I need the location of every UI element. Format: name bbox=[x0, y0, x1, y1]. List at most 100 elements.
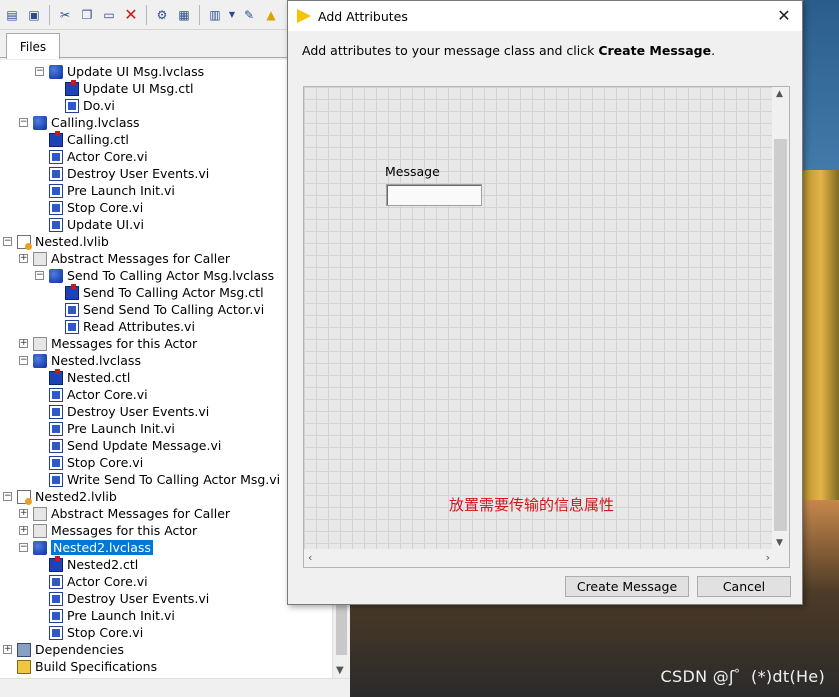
tree-item[interactable]: Calling.ctl bbox=[49, 130, 129, 148]
dropdown-icon[interactable]: ▼ bbox=[227, 5, 237, 25]
vi-icon bbox=[49, 387, 63, 402]
tree-item[interactable]: Update UI Msg.lvclass bbox=[49, 63, 204, 80]
tree-horizontal-scrollbar[interactable] bbox=[0, 678, 350, 697]
expand-collapse-icon[interactable]: − bbox=[35, 67, 44, 76]
tree-item-label: Stop Core.vi bbox=[67, 625, 144, 640]
tree-item[interactable]: Update UI Msg.ctl bbox=[65, 79, 194, 97]
tree-item[interactable]: Abstract Messages for Caller bbox=[33, 505, 230, 522]
tree-item[interactable]: Destroy User Events.vi bbox=[49, 165, 209, 182]
lvclass-icon bbox=[49, 268, 63, 283]
tree-item[interactable]: Actor Core.vi bbox=[49, 148, 148, 165]
tree-item[interactable]: Dependencies bbox=[17, 641, 124, 658]
message-string-control[interactable] bbox=[386, 184, 482, 206]
attributes-panel[interactable]: Message 放置需要传输的信息属性 ▲ ▼ ‹ › bbox=[303, 86, 790, 568]
tree-item-label: Destroy User Events.vi bbox=[67, 591, 210, 606]
vi-icon bbox=[49, 591, 63, 606]
scrollbar-thumb[interactable] bbox=[774, 139, 787, 531]
save-all-icon[interactable]: ▣ bbox=[24, 5, 44, 25]
scroll-right-icon[interactable]: › bbox=[766, 551, 770, 564]
lvlib-icon bbox=[17, 234, 32, 250]
expand-collapse-icon[interactable]: + bbox=[19, 509, 28, 518]
panel-horizontal-scrollbar[interactable]: ‹ › bbox=[304, 549, 774, 567]
view-icon[interactable]: ▥ bbox=[205, 5, 225, 25]
tree-item[interactable]: Pre Launch Init.vi bbox=[49, 182, 175, 199]
build-icon[interactable]: ⚙ bbox=[152, 5, 172, 25]
tree-item-label: Abstract Messages for Caller bbox=[51, 251, 231, 266]
project-tree: Update UI Msg.lvclass − Update UI Msg.ctl D… bbox=[0, 60, 332, 678]
copy-icon[interactable]: ❐ bbox=[77, 5, 97, 25]
expand-collapse-icon[interactable]: − bbox=[19, 118, 28, 127]
tree-item[interactable]: Pre Launch Init.vi bbox=[49, 607, 175, 624]
tree-item[interactable]: Send Update Message.vi bbox=[49, 437, 221, 454]
tree-item[interactable]: Read Attributes.vi bbox=[65, 318, 195, 335]
tree-item-label: Actor Core.vi bbox=[67, 149, 148, 164]
folder-icon bbox=[33, 251, 47, 266]
paste-icon[interactable]: ▭ bbox=[99, 5, 119, 25]
open-folder-icon[interactable]: ▤ bbox=[2, 5, 22, 25]
message-label: Message bbox=[385, 164, 440, 179]
tree-item[interactable]: Write Send To Calling Actor Msg.vi bbox=[49, 471, 280, 488]
tree-item[interactable]: Send To Calling Actor Msg.ctl bbox=[65, 283, 264, 301]
expand-collapse-icon[interactable]: + bbox=[3, 645, 12, 654]
expand-collapse-icon[interactable]: + bbox=[19, 339, 28, 348]
tree-item[interactable]: Messages for this Actor bbox=[33, 335, 197, 352]
vi-icon bbox=[49, 625, 63, 640]
tree-item-label: Pre Launch Init.vi bbox=[67, 421, 175, 436]
ctl-icon bbox=[65, 283, 79, 300]
scroll-left-icon[interactable]: ‹ bbox=[308, 551, 312, 564]
tree-item[interactable]: Send Send To Calling Actor.vi bbox=[65, 301, 264, 318]
vi-icon bbox=[49, 608, 63, 623]
tree-item[interactable]: Send To Calling Actor Msg.lvclass bbox=[49, 267, 274, 284]
scroll-down-icon[interactable]: ▼ bbox=[776, 538, 783, 548]
dialog-titlebar[interactable]: Add Attributes ✕ bbox=[288, 1, 802, 31]
expand-collapse-icon[interactable]: − bbox=[3, 237, 12, 246]
tree-item[interactable]: Stop Core.vi bbox=[49, 624, 143, 641]
scroll-down-icon[interactable]: ▼ bbox=[336, 665, 344, 676]
tree-item-label: Nested.lvclass bbox=[51, 353, 141, 368]
tree-item[interactable]: Nested2.lvlib bbox=[17, 488, 117, 505]
expand-collapse-icon[interactable]: − bbox=[19, 543, 28, 552]
tree-item[interactable]: Nested2.lvclass bbox=[33, 539, 154, 556]
tab-files[interactable]: Files bbox=[6, 33, 60, 59]
instruction-action: Create Message bbox=[598, 43, 712, 58]
panel-vertical-scrollbar[interactable]: ▲ ▼ bbox=[772, 87, 789, 550]
tree-item[interactable]: Calling.lvclass bbox=[33, 114, 140, 131]
tree-item[interactable]: Abstract Messages for Caller bbox=[33, 250, 230, 267]
expand-collapse-icon[interactable]: − bbox=[35, 271, 44, 280]
folder-icon bbox=[33, 336, 47, 351]
create-message-button[interactable]: Create Message bbox=[565, 576, 689, 597]
cancel-button[interactable]: Cancel bbox=[697, 576, 791, 597]
tree-item[interactable]: Actor Core.vi bbox=[49, 386, 148, 403]
tree-item[interactable]: Nested.lvlib bbox=[17, 233, 109, 250]
tree-item[interactable]: Build Specifications bbox=[17, 658, 157, 675]
scroll-up-icon[interactable]: ▲ bbox=[776, 89, 783, 99]
tree-item[interactable]: Messages for this Actor bbox=[33, 522, 197, 539]
properties-icon[interactable]: ✎ bbox=[239, 5, 259, 25]
expand-collapse-icon[interactable]: − bbox=[19, 356, 28, 365]
expand-collapse-icon[interactable]: + bbox=[19, 254, 28, 263]
vi-icon bbox=[49, 149, 63, 164]
tree-item[interactable]: Nested2.ctl bbox=[49, 555, 139, 573]
tree-item-label: Send To Calling Actor Msg.lvclass bbox=[67, 268, 275, 283]
close-icon[interactable]: ✕ bbox=[774, 5, 794, 25]
tree-item-label: Nested2.ctl bbox=[67, 557, 139, 572]
tree-item[interactable]: Actor Core.vi bbox=[49, 573, 148, 590]
tree-item[interactable]: Nested.lvclass bbox=[33, 352, 141, 369]
tree-item[interactable]: Stop Core.vi bbox=[49, 199, 143, 216]
save-icon[interactable]: ▦ bbox=[174, 5, 194, 25]
warning-icon[interactable]: ▲ bbox=[261, 5, 281, 25]
expand-collapse-icon[interactable]: − bbox=[3, 492, 12, 501]
cut-icon[interactable]: ✂ bbox=[55, 5, 75, 25]
csdn-watermark: CSDN @ʃ゜(*)dt(He) bbox=[660, 667, 825, 686]
tree-item[interactable]: Stop Core.vi bbox=[49, 454, 143, 471]
expand-collapse-icon[interactable]: + bbox=[19, 526, 28, 535]
tree-item-label: Dependencies bbox=[35, 642, 124, 657]
tree-item-label: Stop Core.vi bbox=[67, 200, 144, 215]
tree-item[interactable]: Update UI.vi bbox=[49, 216, 144, 233]
tree-item[interactable]: Destroy User Events.vi bbox=[49, 590, 209, 607]
tree-item[interactable]: Nested.ctl bbox=[49, 368, 130, 386]
delete-icon[interactable]: ✕ bbox=[121, 5, 141, 25]
tree-item[interactable]: Do.vi bbox=[65, 97, 115, 114]
tree-item[interactable]: Destroy User Events.vi bbox=[49, 403, 209, 420]
tree-item[interactable]: Pre Launch Init.vi bbox=[49, 420, 175, 437]
